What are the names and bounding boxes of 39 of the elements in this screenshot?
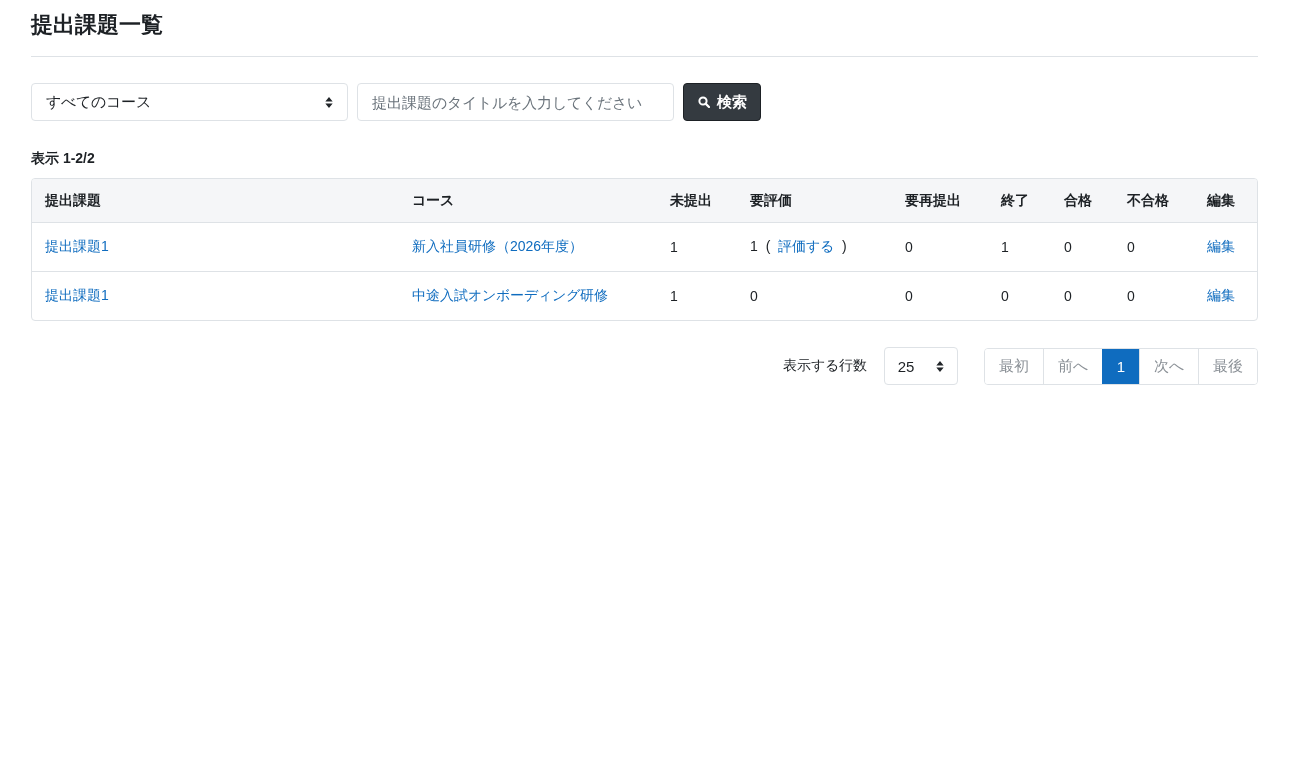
edit-link[interactable]: 編集 (1207, 238, 1235, 254)
column-header: コース (412, 191, 454, 208)
edit-link[interactable]: 編集 (1207, 287, 1235, 303)
assignment-link[interactable]: 提出課題1 (45, 287, 109, 303)
updown-caret-icon (325, 96, 333, 108)
column-header: 未提出 (670, 191, 712, 208)
assignment-link[interactable]: 提出課題1 (45, 238, 109, 254)
table-cell: 0 (1127, 239, 1135, 255)
updown-caret-icon (935, 360, 944, 372)
results-summary: 表示 1-2/2 (31, 150, 95, 166)
column-header: 要評価 (750, 191, 792, 208)
column-header: 要再提出 (905, 191, 961, 208)
course-link[interactable]: 新入社員研修（2026年度） (412, 238, 584, 254)
rows-per-page-select[interactable]: 25 (883, 347, 958, 385)
table-cell: 1 (670, 239, 678, 255)
course-link[interactable]: 中途入試オンボーディング研修 (412, 287, 608, 303)
column-header: 編集 (1207, 191, 1235, 208)
table-cell: 0 (1064, 239, 1072, 255)
table-cell: 0 (1001, 288, 1009, 304)
column-header: 提出課題 (45, 191, 101, 208)
rows-per-page-label: 表示する行数 (782, 357, 867, 375)
table-cell: 0 (905, 288, 913, 304)
page-button[interactable]: 1 (1101, 348, 1139, 384)
search-field[interactable]: 提出課題のタイトルを入力してください (357, 83, 674, 121)
table-cell: 1 (1001, 239, 1009, 255)
column-header: 終了 (1001, 191, 1029, 208)
course-select[interactable]: すべてのコース (31, 83, 348, 121)
table-cell: 0 (905, 239, 913, 255)
search-button[interactable]: 検索 (683, 83, 761, 121)
table-cell: 1 ( 評価する ) (750, 238, 847, 254)
column-header: 不合格 (1127, 191, 1169, 208)
column-header: 合格 (1064, 191, 1092, 208)
table-cell: 0 (1127, 288, 1135, 304)
table-cell: 0 (750, 288, 758, 304)
table-cell: 1 (670, 288, 678, 304)
search-icon (697, 96, 710, 108)
table-cell: 0 (1064, 288, 1072, 304)
page-title: 提出課題一覧 (31, 11, 163, 39)
grade-link[interactable]: 評価する (778, 238, 835, 254)
